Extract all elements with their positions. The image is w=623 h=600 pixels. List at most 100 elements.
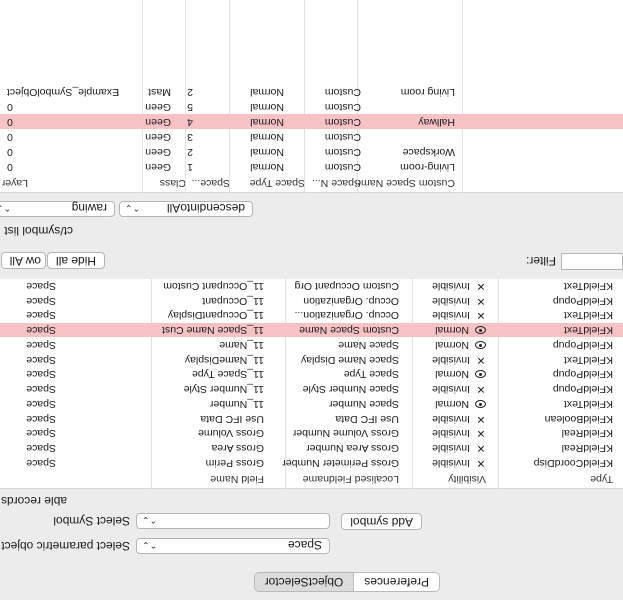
cell-space: 2 xyxy=(187,86,193,98)
cell-visibility[interactable]: ✕ Invisible xyxy=(432,278,486,293)
cell-visibility[interactable]: ✕ Invisible xyxy=(432,293,486,308)
column-header-layer[interactable]: Layer xyxy=(2,174,28,192)
filter-input[interactable] xyxy=(561,253,623,270)
x-icon: ✕ xyxy=(476,383,486,396)
cell-object: Space xyxy=(26,457,56,469)
parametric-object-popup[interactable]: Space ⌃⌄ xyxy=(136,538,330,554)
table-row[interactable]: KFieldText ✕ Invisible Occup. Organization.… xyxy=(0,308,623,323)
cell-field-name: 11_Number Style xyxy=(183,383,264,396)
objects-table: Custom Space Name Space N... Space Type … xyxy=(0,0,623,193)
table-row[interactable]: KFieldText ✕ Invisible Space Name Display 11… xyxy=(0,352,623,367)
cell-visibility[interactable]: ✕ Invisible xyxy=(432,426,486,441)
scope-popup[interactable]: descendintoAll ⌃⌄ xyxy=(119,201,253,217)
cell-visibility[interactable]: Normal xyxy=(435,396,486,411)
cell-visibility[interactable]: ✕ Invisible xyxy=(432,441,486,456)
table-row[interactable]: KFieldCoordDisp ✕ Invisible Gross Perimeter… xyxy=(0,455,623,470)
cell-type: KFieldPopup xyxy=(552,368,613,381)
add-symbol-button[interactable]: Add symbol xyxy=(341,513,422,530)
table-row[interactable]: KFieldReal ✕ Invisible Gross Volume Number G… xyxy=(0,426,623,441)
cell-space-n: Custom xyxy=(324,161,361,173)
cell-visibility[interactable]: Normal xyxy=(435,323,486,338)
table-row[interactable]: KFieldPopup ✕ Invisible Space Number Style 1… xyxy=(0,382,623,397)
column-header-visibility[interactable]: Visibility xyxy=(448,470,486,488)
table-row[interactable]: Living-room Custom Normal 1 Geen 0 xyxy=(0,159,623,174)
cell-localised-fieldname: Gross Volume Number xyxy=(292,427,399,440)
column-header-localised-fieldname[interactable]: Localised Fieldname xyxy=(303,470,399,488)
x-icon: ✕ xyxy=(476,353,486,366)
cell-type: KFieldText xyxy=(563,280,613,292)
cell-visibility-text: Invisible xyxy=(432,427,470,440)
cell-localised-fieldname: Space Type xyxy=(343,368,399,381)
table-row[interactable]: KFieldBoolean ✕ Invisible Use IFC Data Use I… xyxy=(0,411,623,426)
cell-visibility[interactable]: ✕ Invisible xyxy=(432,455,486,470)
cell-localised-fieldname: Use IFC Data xyxy=(335,412,399,425)
table-row[interactable]: KFieldPopup ✕ Invisible Occup. Organization… xyxy=(0,293,623,308)
table-row[interactable]: Custom Normal 5 Geen 0 xyxy=(0,99,623,114)
cell-visibility[interactable]: Normal xyxy=(435,367,486,382)
column-header-space-type[interactable]: Space Type xyxy=(250,174,305,192)
cell-visibility-text: Invisible xyxy=(432,294,470,307)
source-popup[interactable]: rawing ⌃⌄ xyxy=(0,201,115,217)
scope-popup-value: descendintoAll xyxy=(166,201,245,215)
table-row[interactable]: Custom Normal 3 Geen 0 xyxy=(0,129,623,144)
table-row[interactable]: KFieldReal ✕ Invisible Gross Area Number Gro… xyxy=(0,441,623,456)
cell-localised-fieldname: Gross Area Number xyxy=(306,442,399,455)
cell-field-name: Gross Perim xyxy=(205,457,264,469)
column-header-field-name[interactable]: Field Name xyxy=(210,470,264,488)
cell-space-type: Normal xyxy=(250,86,284,98)
cell-space-type: Normal xyxy=(250,146,284,158)
cell-localised-fieldname: Custom Space Name xyxy=(299,324,399,337)
table-row[interactable]: KFieldPopup Normal Space Type 11_Space Type… xyxy=(0,367,623,382)
column-header-class[interactable]: Class xyxy=(160,174,186,192)
cell-type: KFieldCoordDisp xyxy=(533,457,613,469)
cell-type: KFieldText xyxy=(563,324,613,337)
column-header-space-n[interactable]: Space N... xyxy=(312,174,361,192)
cell-space: 2 xyxy=(187,146,193,158)
select-symbol-popup[interactable]: ⌃⌄ xyxy=(136,513,330,529)
fields-table: Type Visibility Localised Fieldname Fiel… xyxy=(0,279,623,489)
cell-visibility[interactable]: ✕ Invisible xyxy=(432,352,486,367)
cell-field-name: 11_Occupant xyxy=(202,294,264,307)
cell-visibility-text: Normal xyxy=(435,339,469,351)
x-icon: ✕ xyxy=(476,309,486,322)
table-row[interactable]: Workspace Custom Normal 2 Geen 0 xyxy=(0,144,623,159)
table-row[interactable]: Living room Custom Normal 2 Mast Example_Symb… xyxy=(0,84,623,99)
cell-space: 3 xyxy=(187,131,193,143)
cell-object: Space xyxy=(26,398,56,410)
parametric-object-label: Select parametric object xyxy=(1,539,130,553)
cell-visibility-text: Normal xyxy=(435,324,469,337)
chevron-updown-icon: ⌃⌄ xyxy=(0,203,12,213)
tab-objectselector[interactable]: ObjectSelector xyxy=(254,573,355,591)
table-row[interactable]: KFieldText ✕ Invisible Custom Occupant Org 1… xyxy=(0,278,623,293)
cell-visibility[interactable]: ✕ Invisible xyxy=(432,411,486,426)
cell-layer: 0 xyxy=(7,116,13,128)
eye-icon xyxy=(475,370,486,379)
cell-layer: 0 xyxy=(7,146,13,158)
chevron-updown-icon: ⌃⌄ xyxy=(125,203,141,213)
table-row[interactable]: KFieldPopup Normal Space Name 11_Name Space xyxy=(0,337,623,352)
table-row[interactable]: Hallway Custom Normal 4 Geen 0 xyxy=(0,114,623,129)
cell-type: KFieldPopup xyxy=(552,339,613,351)
cell-type: KFieldBoolean xyxy=(544,412,613,425)
cell-space-n: Custom xyxy=(324,146,361,158)
object-selector-window: Preferences ObjectSelector Space ⌃⌄ Sele… xyxy=(0,0,623,600)
column-header-type[interactable]: Type xyxy=(590,470,613,488)
column-header-space[interactable]: Space... xyxy=(191,174,230,192)
x-icon: ✕ xyxy=(476,442,486,455)
column-header-custom-space-name[interactable]: Custom Space Name xyxy=(355,174,455,192)
cell-visibility[interactable]: Normal xyxy=(435,337,486,352)
table-row[interactable]: KFieldText Normal Space Number 11_Number Spa… xyxy=(0,396,623,411)
cell-space: 4 xyxy=(187,116,193,128)
x-icon: ✕ xyxy=(476,280,486,292)
show-all-button[interactable]: ow All xyxy=(0,252,46,269)
cell-custom-space-name: Living-room xyxy=(400,161,455,173)
cell-field-name: 11_Occupant Custom xyxy=(163,280,264,292)
cell-object: Space xyxy=(26,339,56,351)
tab-preferences[interactable]: Preferences xyxy=(354,573,439,591)
cell-visibility[interactable]: ✕ Invisible xyxy=(432,308,486,323)
table-row[interactable]: KFieldText Normal Custom Space Name 11_Spac… xyxy=(0,322,623,338)
cell-object: Space xyxy=(26,280,56,292)
filter-label: Filter: xyxy=(526,254,556,268)
cell-visibility[interactable]: ✕ Invisible xyxy=(432,382,486,397)
hide-all-button[interactable]: Hide all xyxy=(46,252,105,269)
